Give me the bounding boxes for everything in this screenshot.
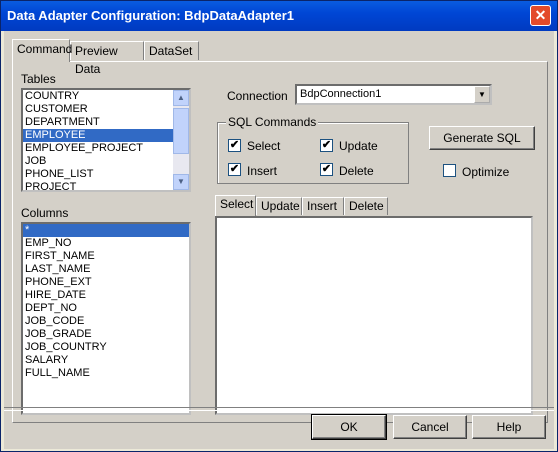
- sql-commands-group: SQL Commands ✔ Select ✔ Update ✔ Insert …: [217, 115, 409, 184]
- tab-sql-update[interactable]: Update: [256, 197, 302, 215]
- list-item[interactable]: JOB_CODE: [23, 315, 189, 328]
- list-item[interactable]: FIRST_NAME: [23, 250, 189, 263]
- list-item[interactable]: PROJECT: [23, 181, 189, 190]
- help-button[interactable]: Help: [472, 415, 546, 439]
- list-item[interactable]: SALARY: [23, 354, 189, 367]
- checkmark-icon: ✔: [229, 163, 240, 175]
- list-item[interactable]: COUNTRY: [23, 90, 189, 103]
- list-item[interactable]: EMPLOYEE: [23, 129, 189, 142]
- generate-sql-label: Generate SQL: [443, 131, 521, 145]
- columns-items: * EMP_NO FIRST_NAME LAST_NAME PHONE_EXT HIRE_…: [23, 224, 189, 380]
- list-item[interactable]: EMPLOYEE_PROJECT: [23, 142, 189, 155]
- tab-preview-data[interactable]: Preview Data: [70, 41, 144, 76]
- tab-command[interactable]: Command: [12, 39, 73, 62]
- insert-label: Insert: [247, 164, 278, 178]
- close-icon: ✕: [534, 7, 547, 23]
- insert-checkbox[interactable]: ✔: [228, 163, 241, 176]
- delete-checkbox[interactable]: ✔: [320, 163, 333, 176]
- connection-label: Connection: [227, 89, 288, 103]
- scroll-up-icon[interactable]: ▲: [173, 90, 189, 106]
- scroll-down-icon[interactable]: ▼: [173, 174, 189, 190]
- tab-sql-delete[interactable]: Delete: [344, 197, 388, 215]
- close-button[interactable]: ✕: [530, 5, 551, 26]
- connection-value: BdpConnection1: [300, 88, 382, 100]
- optimize-label: Optimize: [462, 165, 510, 179]
- tab-dataset[interactable]: DataSet: [144, 41, 199, 60]
- window-title: Data Adapter Configuration: BdpDataAdapt…: [7, 8, 294, 23]
- tab-dataset-label: DataSet: [149, 44, 193, 58]
- list-item[interactable]: DEPT_NO: [23, 302, 189, 315]
- dialog-client: Command Preview Data DataSet Tables COUN…: [4, 31, 554, 449]
- cancel-button[interactable]: Cancel: [393, 415, 467, 439]
- footer-divider: [4, 407, 554, 411]
- chevron-down-icon[interactable]: ▼: [474, 86, 490, 103]
- list-item[interactable]: JOB_COUNTRY: [23, 341, 189, 354]
- list-item[interactable]: JOB_GRADE: [23, 328, 189, 341]
- scroll-thumb[interactable]: [173, 108, 189, 154]
- list-item[interactable]: FULL_NAME: [23, 367, 189, 380]
- generate-sql-button[interactable]: Generate SQL: [429, 126, 535, 150]
- help-label: Help: [496, 420, 522, 434]
- columns-label: Columns: [21, 206, 69, 220]
- tab-sql-insert[interactable]: Insert: [302, 197, 344, 215]
- list-item[interactable]: PHONE_LIST: [23, 168, 189, 181]
- ok-button[interactable]: OK: [311, 414, 387, 440]
- tab-sql-insert-label: Insert: [307, 199, 338, 213]
- update-checkbox[interactable]: ✔: [320, 139, 333, 152]
- command-panel: Tables COUNTRY CUSTOMER DEPARTMENT EMPLOYEE…: [12, 61, 548, 423]
- list-item[interactable]: CUSTOMER: [23, 103, 189, 116]
- tab-sql-update-label: Update: [261, 199, 300, 213]
- sql-commands-title: SQL Commands: [226, 115, 319, 129]
- checkmark-icon: ✔: [321, 163, 332, 175]
- tables-scrollbar[interactable]: ▲ ▼: [173, 90, 189, 190]
- sql-text-editor[interactable]: [215, 216, 533, 415]
- delete-label: Delete: [339, 164, 374, 178]
- tab-sql-select[interactable]: Select: [215, 195, 256, 216]
- ok-label: OK: [340, 420, 358, 434]
- dialog-window: Data Adapter Configuration: BdpDataAdapt…: [0, 0, 558, 452]
- list-item[interactable]: LAST_NAME: [23, 263, 189, 276]
- tab-sql-select-label: Select: [220, 197, 254, 211]
- tables-items: COUNTRY CUSTOMER DEPARTMENT EMPLOYEE EMPLOYE…: [23, 90, 189, 190]
- tables-listbox[interactable]: COUNTRY CUSTOMER DEPARTMENT EMPLOYEE EMPLOYE…: [21, 88, 191, 192]
- list-item[interactable]: DEPARTMENT: [23, 116, 189, 129]
- select-label: Select: [247, 139, 281, 153]
- tables-label: Tables: [21, 72, 56, 86]
- tab-command-label: Command: [17, 42, 73, 56]
- title-bar[interactable]: Data Adapter Configuration: BdpDataAdapt…: [1, 1, 557, 31]
- select-checkbox[interactable]: ✔: [228, 139, 241, 152]
- tab-sql-delete-label: Delete: [349, 199, 384, 213]
- checkmark-icon: ✔: [229, 139, 240, 151]
- optimize-checkbox[interactable]: [443, 164, 456, 177]
- list-item[interactable]: JOB: [23, 155, 189, 168]
- list-item[interactable]: EMP_NO: [23, 237, 189, 250]
- columns-listbox[interactable]: * EMP_NO FIRST_NAME LAST_NAME PHONE_EXT HIRE_…: [21, 222, 191, 415]
- cancel-label: Cancel: [411, 420, 449, 434]
- connection-combo[interactable]: BdpConnection1 ▼: [295, 84, 492, 105]
- list-item[interactable]: *: [23, 224, 189, 237]
- list-item[interactable]: HIRE_DATE: [23, 289, 189, 302]
- checkmark-icon: ✔: [321, 139, 332, 151]
- list-item[interactable]: PHONE_EXT: [23, 276, 189, 289]
- update-label: Update: [339, 139, 378, 153]
